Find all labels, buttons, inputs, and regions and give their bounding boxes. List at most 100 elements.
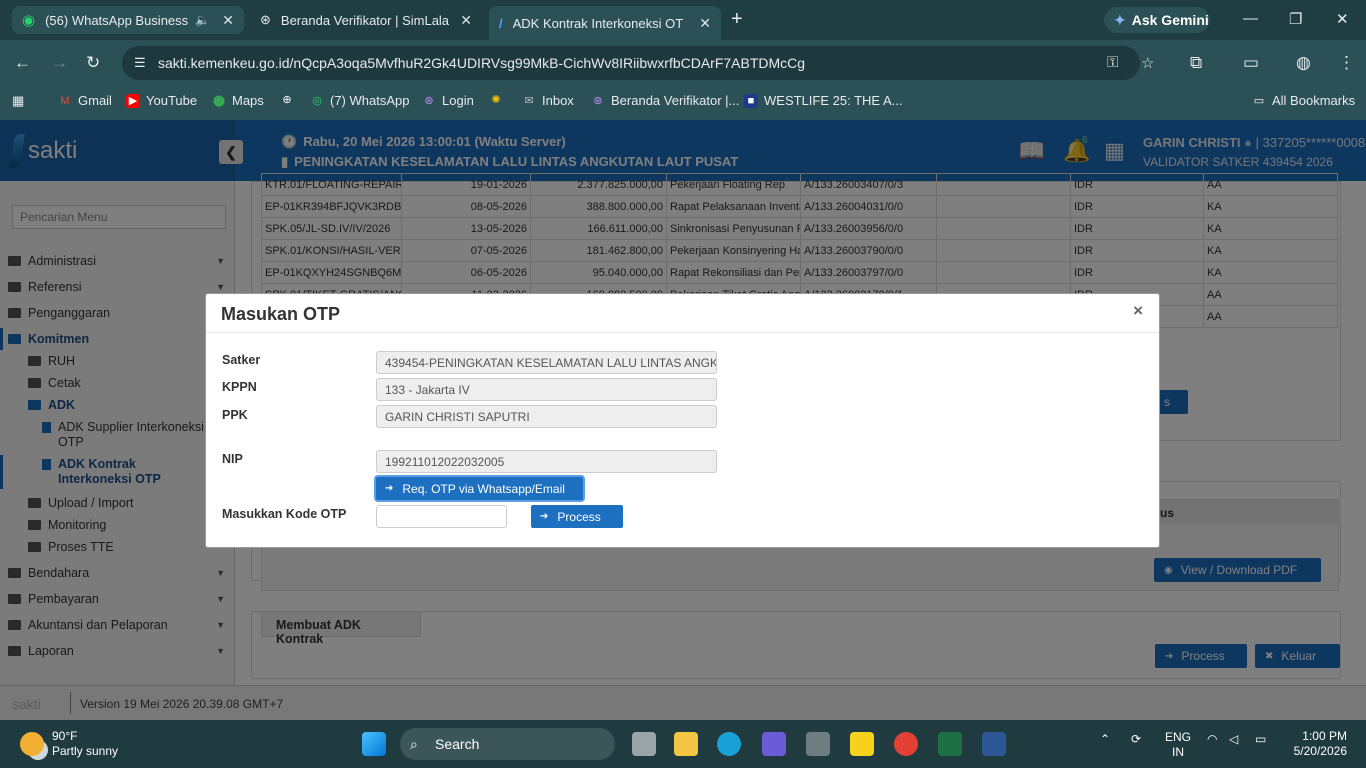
bookmark-youtube[interactable]: ▶ YouTube — [126, 93, 197, 108]
nip-label: NIP — [222, 452, 243, 466]
button-label: Req. OTP via Whatsapp/Email — [402, 481, 565, 496]
task-view-icon[interactable] — [632, 732, 656, 756]
bookmark-westlife[interactable]: ■ WESTLIFE 25: THE A... — [744, 93, 902, 108]
ppk-field: GARIN CHRISTI SAPUTRI — [376, 405, 717, 428]
bookmark-star-icon[interactable]: ☆ — [1141, 54, 1154, 72]
excel-icon[interactable] — [938, 732, 962, 756]
partly-sunny-icon — [20, 732, 44, 756]
copilot-icon[interactable] — [762, 732, 786, 756]
sync-icon[interactable]: ⟳ — [1131, 732, 1141, 746]
date-text: 5/20/2026 — [1293, 744, 1347, 758]
arrow-icon: ➔ — [540, 511, 549, 522]
tab-adk-kontrak[interactable]: / ADK Kontrak Interkoneksi OTP | ✕ — [489, 6, 721, 40]
browser-tabstrip: ◉ (56) WhatsApp Business 🔈 ✕ ⊛ Beranda V… — [0, 0, 1366, 40]
minimize-icon[interactable]: — — [1243, 10, 1258, 27]
kppn-field: 133 - Jakarta IV — [376, 378, 717, 401]
windows-start-icon[interactable] — [362, 732, 386, 756]
wifi-icon[interactable]: ◠ — [1207, 732, 1217, 746]
pinwheel-icon: ✺ — [491, 94, 501, 106]
tab-whatsapp[interactable]: ◉ (56) WhatsApp Business 🔈 ✕ — [12, 6, 244, 34]
close-tab-icon[interactable]: ✕ — [460, 12, 472, 29]
bookmark-gmail[interactable]: M Gmail — [58, 93, 112, 108]
chevron-up-icon[interactable]: ⌃ — [1100, 732, 1110, 746]
process-otp-button[interactable]: ➔ Process — [531, 505, 623, 528]
modal-title: Masukan OTP — [221, 304, 341, 324]
sticky-notes-icon[interactable] — [850, 732, 874, 756]
bookmark-label: WESTLIFE 25: THE A... — [764, 93, 903, 108]
word-icon[interactable] — [982, 732, 1006, 756]
extensions-icon[interactable]: ⧉ — [1190, 53, 1202, 73]
tab-title: Beranda Verifikator | SimLala — [280, 12, 450, 28]
request-otp-button[interactable]: ➔ Req. OTP via Whatsapp/Email — [376, 477, 583, 500]
back-icon[interactable]: ← — [14, 53, 31, 73]
camera-icon[interactable] — [806, 732, 830, 756]
gemini-label: Ask Gemini — [1131, 12, 1209, 28]
address-bar[interactable]: ☰ sakti.kemenkeu.go.id/nQcpA3oqa5MvfhuR2… — [122, 46, 1154, 80]
otp-input[interactable] — [376, 505, 507, 528]
new-tab-icon[interactable]: + — [731, 8, 743, 31]
profile-avatar[interactable]: ◍ — [1296, 53, 1311, 73]
bookmark-beranda[interactable]: ⊛ Beranda Verifikator |... — [591, 93, 739, 108]
bookmark-photos[interactable]: ✺ — [489, 93, 509, 107]
ask-gemini-button[interactable]: ✦ Ask Gemini — [1104, 7, 1210, 33]
file-explorer-icon[interactable] — [674, 732, 698, 756]
volume-icon[interactable]: ◁ — [1229, 732, 1238, 746]
bookmark-label: Inbox — [542, 93, 574, 108]
all-bookmarks[interactable]: ▭ All Bookmarks — [1252, 93, 1355, 108]
nip-field: 199211012022032005 — [376, 450, 717, 473]
login-icon: ⊛ — [424, 94, 434, 107]
youtube-icon: ▶ — [126, 93, 140, 108]
button-label: Process — [557, 509, 601, 524]
bookmark-login[interactable]: ⊛ Login — [422, 93, 474, 108]
time-text: 1:00 PM — [1302, 729, 1347, 743]
westlife-icon: ■ — [744, 93, 758, 108]
bookmark-globe[interactable]: ⊕ — [280, 93, 300, 107]
bookmark-label: (7) WhatsApp — [330, 93, 410, 108]
restore-icon[interactable]: ❐ — [1289, 10, 1302, 28]
gemini-icon: ✦ — [1114, 11, 1126, 28]
otp-modal: Masukan OTP × Satker 439454-PENINGKATAN … — [205, 293, 1160, 548]
edge-icon[interactable] — [717, 732, 741, 756]
bookmark-whatsapp[interactable]: ◎ (7) WhatsApp — [310, 93, 409, 108]
bookmark-label: All Bookmarks — [1272, 93, 1356, 108]
taskbar-search[interactable]: ⌕ Search — [400, 728, 615, 760]
tab-title: (56) WhatsApp Business — [45, 12, 189, 28]
password-key-icon[interactable]: ⚿ — [1107, 54, 1118, 71]
search-icon: ⌕ — [410, 735, 418, 752]
ppk-label: PPK — [222, 408, 248, 422]
speaker-icon[interactable]: 🔈 — [195, 13, 210, 27]
satker-field: 439454-PENINGKATAN KESELAMATAN LALU LINT… — [376, 351, 717, 374]
site-info-icon[interactable]: ☰ — [134, 55, 146, 71]
close-tab-icon[interactable]: ✕ — [699, 15, 711, 32]
globe-icon: ⊕ — [282, 94, 292, 106]
system-clock[interactable]: 1:00 PM 5/20/2026 — [1283, 729, 1347, 759]
bookmark-maps[interactable]: ⬤ Maps — [212, 93, 264, 108]
gmail-icon: M — [60, 94, 70, 107]
chrome-icon[interactable] — [894, 732, 918, 756]
close-window-icon[interactable]: ✕ — [1336, 10, 1349, 28]
bookmark-label: Maps — [232, 93, 264, 108]
modal-close-icon[interactable]: × — [1133, 301, 1143, 321]
language-indicator[interactable]: ENG IN — [1165, 730, 1191, 760]
bookmark-label: Login — [442, 93, 474, 108]
search-label: Search — [435, 736, 480, 752]
globe-icon: ⊛ — [593, 94, 603, 107]
lang-text: IN — [1172, 745, 1184, 759]
reload-icon[interactable]: ↻ — [86, 53, 100, 73]
envelope-icon: ✉ — [524, 94, 534, 107]
bookmark-label: YouTube — [146, 93, 198, 108]
bookmark-inbox[interactable]: ✉ Inbox — [522, 93, 574, 108]
tab-simlala[interactable]: ⊛ Beranda Verifikator | SimLala ✕ — [250, 6, 482, 34]
menu-dots-icon[interactable]: ⋮ — [1338, 53, 1355, 73]
cast-icon[interactable]: ▭ — [1243, 53, 1259, 73]
browser-toolbar: ← → ↻ ☰ sakti.kemenkeu.go.id/nQcpA3oqa5M… — [0, 40, 1366, 86]
battery-icon[interactable]: ▭ — [1255, 732, 1266, 746]
apps-grid-icon[interactable]: ▦ — [12, 93, 24, 109]
weather-text: Partly sunny — [52, 744, 119, 758]
close-tab-icon[interactable]: ✕ — [222, 12, 234, 29]
forward-icon[interactable]: → — [51, 53, 68, 73]
taskbar: 90°F Partly sunny ⌕ Search ⌃ ⟳ ENG IN ◠ ◁ … — [0, 720, 1366, 768]
weather-widget[interactable]: 90°F Partly sunny — [20, 729, 118, 759]
satker-label: Satker — [222, 353, 261, 367]
whatsapp-icon: ◎ — [312, 94, 322, 107]
